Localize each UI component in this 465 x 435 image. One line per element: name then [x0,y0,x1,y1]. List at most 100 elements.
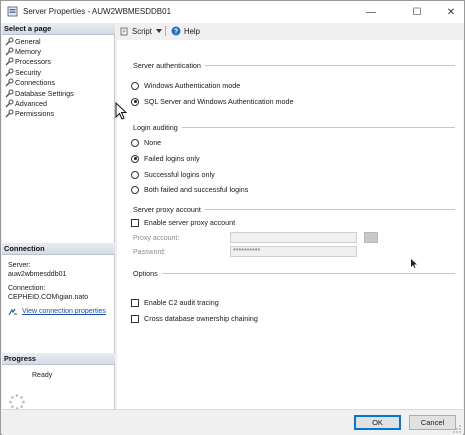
connection-label: Connection: [8,285,46,292]
page-item-security[interactable]: Security [4,67,114,77]
enable-proxy-checkbox[interactable]: Enable server proxy account [131,218,235,227]
audit-none-radio[interactable]: None [131,138,161,147]
option-label: Failed logins only [144,154,200,163]
option-label: Both failed and successful logins [144,185,249,194]
wrench-icon [4,57,15,66]
radio-icon [131,170,139,179]
help-icon: ? [171,26,181,36]
minimize-icon: — [366,6,376,18]
page-item-label: Memory [15,47,41,57]
wrench-icon [4,109,15,118]
checkbox-icon [131,298,139,307]
radio-selected-icon [131,97,139,106]
page-list: General Memory Processors Security Conne… [4,36,114,119]
page-item-processors[interactable]: Processors [4,57,114,67]
page-item-label: General [15,36,41,46]
radio-icon [131,185,139,194]
connection-info: Connection: CEPHEID.COM\gian.nato [8,284,114,302]
page-item-label: Advanced [15,99,47,109]
script-icon [120,27,128,35]
audit-failed-radio[interactable]: Failed logins only [131,154,200,163]
title-bar[interactable]: Server Properties - AUW2WBMESDDB01 — ☐ ✕ [1,1,464,23]
login-auditing-group: Login auditing [133,123,455,132]
option-label: Windows Authentication mode [144,81,241,90]
help-button[interactable]: ? Help [168,24,203,38]
page-item-label: Security [15,67,41,77]
radio-selected-icon [131,154,139,163]
wrench-icon [4,47,15,56]
page-item-label: Permissions [15,109,55,119]
option-label: Cross database ownership chaining [144,314,258,323]
radio-icon [131,138,139,147]
connection-header: Connection [2,243,115,255]
script-label: Script [132,26,152,36]
wrench-icon [4,68,15,77]
proxy-browse-button[interactable] [364,232,378,243]
small-pointer-icon [411,259,417,268]
close-icon: ✕ [446,6,456,18]
option-label: SQL Server and Windows Authentication mo… [144,97,294,106]
left-pane: Select a page General Memory Processors … [2,23,115,410]
properties-panel: Server authentication Windows Authentica… [117,40,463,409]
server-value: auw2wbmesddb01 [8,271,67,278]
wrench-icon [4,37,15,46]
cancel-button[interactable]: Cancel [409,415,456,430]
connection-value: CEPHEID.COM\gian.nato [8,294,89,301]
radio-icon [131,81,139,90]
server-label: Server: [8,262,31,269]
sql-windows-auth-radio[interactable]: SQL Server and Windows Authentication mo… [131,97,294,106]
page-item-general[interactable]: General [4,36,114,46]
audit-successful-radio[interactable]: Successful logins only [131,170,215,179]
option-label: None [144,138,162,147]
select-page-header: Select a page [2,23,115,35]
close-button[interactable]: ✕ [433,1,465,23]
page-item-label: Database Settings [15,88,74,98]
page-item-label: Connections [15,78,55,88]
view-connection-properties-link[interactable]: View connection properties [22,308,106,315]
page-item-database-settings[interactable]: Database Settings [4,88,114,98]
wrench-icon [4,78,15,87]
wrench-icon [4,99,15,108]
server-properties-dialog: Server Properties - AUW2WBMESDDB01 — ☐ ✕… [0,0,465,435]
server-proxy-group: Server proxy account [133,205,455,214]
server-app-icon [7,6,18,17]
option-label: Enable C2 audit tracing [144,298,219,307]
cross-db-chaining-checkbox[interactable]: Cross database ownership chaining [131,314,258,323]
page-item-advanced[interactable]: Advanced [4,98,114,108]
script-dropdown-button[interactable] [155,24,163,38]
page-item-connections[interactable]: Connections [4,78,114,88]
svg-text:?: ? [174,29,178,36]
resize-grip-icon[interactable] [453,425,461,433]
mouse-cursor-icon [115,102,128,120]
maximize-icon: ☐ [412,6,422,18]
page-item-memory[interactable]: Memory [4,46,114,56]
maximize-button[interactable]: ☐ [399,1,435,23]
ok-button[interactable]: OK [354,415,401,430]
password-label: Password: [133,249,166,256]
c2-audit-checkbox[interactable]: Enable C2 audit tracing [131,298,219,307]
proxy-account-label: Proxy account: [133,235,180,242]
dialog-button-bar: OK Cancel [2,409,463,435]
toolbar-separator [164,26,166,36]
password-input[interactable]: ********** [230,246,357,257]
chevron-down-icon [155,29,162,33]
server-authentication-group: Server authentication [133,61,455,70]
options-group: Options [133,269,455,278]
page-item-permissions[interactable]: Permissions [4,109,114,119]
wrench-icon [4,89,15,98]
checkbox-icon [131,314,139,323]
minimize-button[interactable]: — [353,1,389,23]
proxy-account-input[interactable] [230,232,357,243]
option-label: Enable server proxy account [144,218,236,227]
toolbar: Script ? Help [117,23,463,39]
script-button[interactable]: Script [117,24,155,38]
progress-status: Ready [32,372,53,379]
help-label: Help [183,26,200,36]
option-label: Successful logins only [144,170,215,179]
checkbox-icon [131,218,139,227]
windows-auth-radio[interactable]: Windows Authentication mode [131,81,240,90]
server-info: Server: auw2wbmesddb01 [8,261,114,279]
group-title: Options [133,269,158,278]
audit-both-radio[interactable]: Both failed and successful logins [131,185,248,194]
group-title: Login auditing [133,123,178,132]
